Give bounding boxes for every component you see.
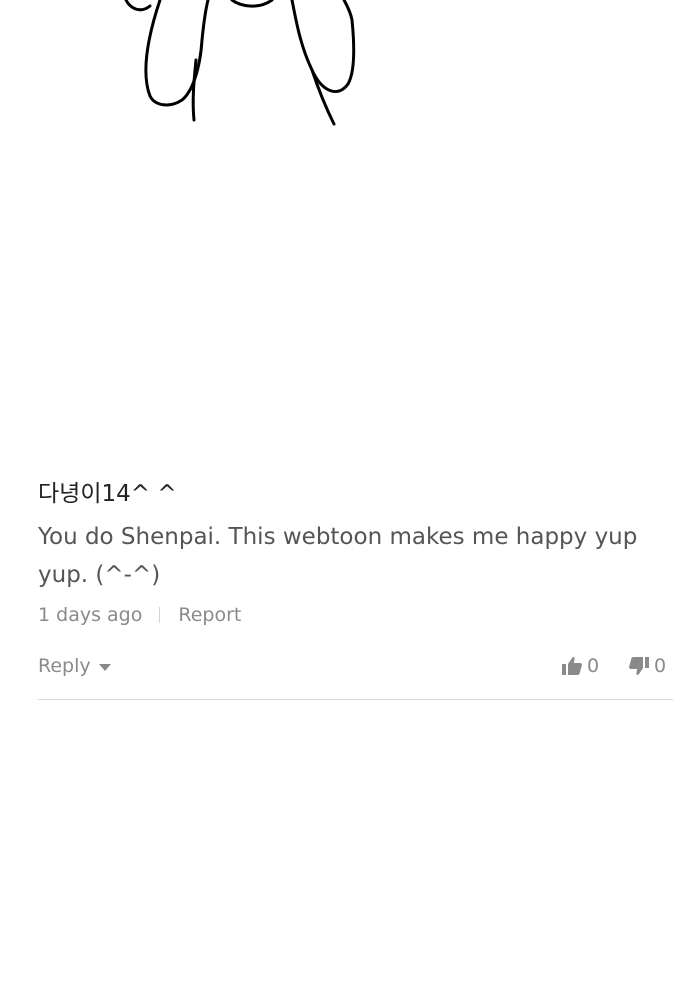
like-count: 0 — [587, 655, 600, 677]
thumbs-up-icon — [562, 657, 582, 675]
comment-author[interactable]: 다녕이14^ ^ — [38, 474, 673, 514]
like-button[interactable]: 0 — [561, 655, 599, 677]
comment-actions: Reply 0 0 — [38, 655, 673, 685]
comment-divider — [38, 699, 673, 700]
dislike-count: 0 — [654, 655, 667, 677]
reply-button[interactable]: Reply — [38, 655, 111, 677]
meta-divider — [159, 607, 161, 623]
chevron-down-icon — [98, 663, 111, 671]
reply-label: Reply — [38, 655, 91, 677]
comment-item: 다녕이14^ ^ You do Shenpai. This webtoon ma… — [38, 474, 673, 700]
comic-panel-illustration — [124, 0, 356, 126]
comment-meta: 1 days ago Report — [38, 601, 673, 629]
comment-body: You do Shenpai. This webtoon makes me ha… — [38, 524, 638, 588]
report-link[interactable]: Report — [178, 604, 241, 626]
dislike-button[interactable]: 0 — [628, 655, 666, 677]
thumbs-down-icon — [629, 657, 649, 675]
comment-timestamp: 1 days ago — [38, 604, 143, 626]
